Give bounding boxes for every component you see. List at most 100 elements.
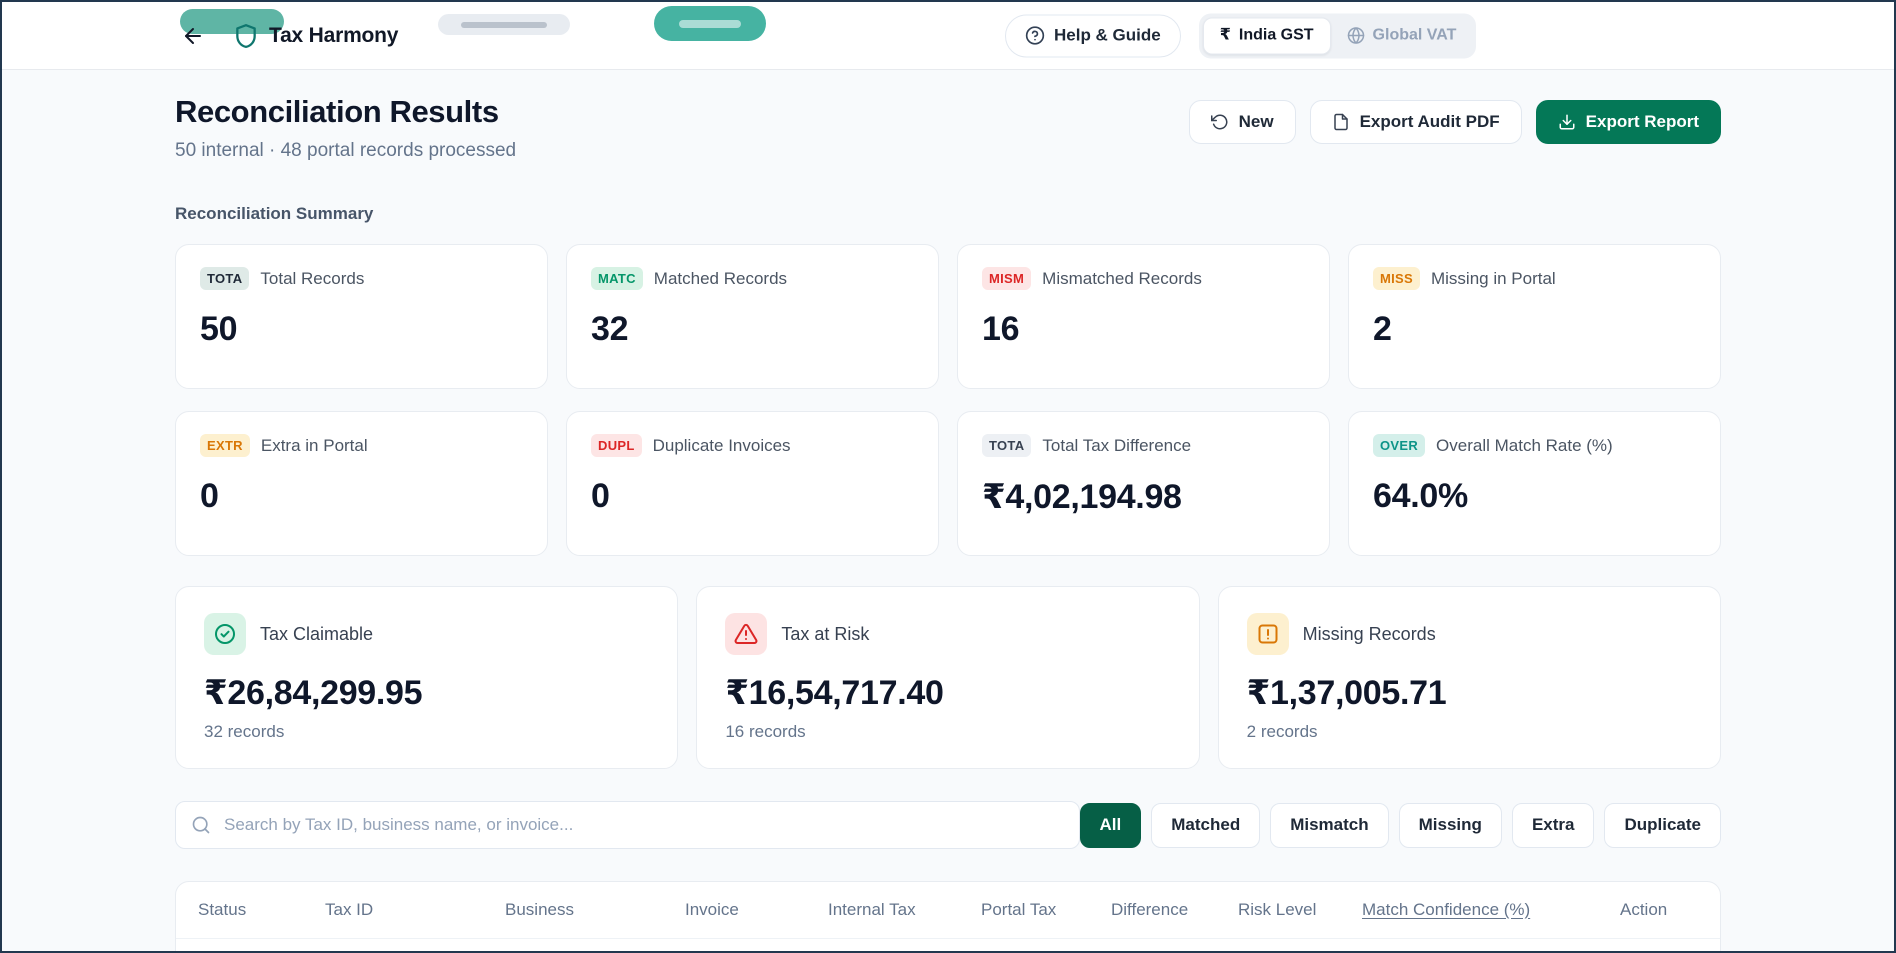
- cell-invoice: DEM000001: [685, 941, 828, 951]
- summary-card-value: 2: [1373, 310, 1392, 348]
- summary-card-overall-match-rate: OVER Overall Match Rate (%) 64.0%: [1348, 411, 1721, 556]
- cell-action: —: [1620, 941, 1698, 951]
- summary-card-badge: TOTA: [200, 267, 250, 290]
- summary-card-badge: MISS: [1373, 267, 1420, 290]
- table-header-row: Status Tax ID Business Invoice Internal …: [176, 882, 1720, 938]
- summary-card-value: 0: [200, 477, 219, 515]
- search-box: [175, 801, 1080, 849]
- summary-card-label: Overall Match Rate (%): [1436, 435, 1613, 455]
- summary-section-heading: Reconciliation Summary: [175, 204, 374, 223]
- summary-card-total-tax-difference: TOTA Total Tax Difference ₹4,02,194.98: [957, 411, 1330, 556]
- summary-card-label: Matched Records: [653, 268, 788, 288]
- filter-mismatch[interactable]: Mismatch: [1270, 802, 1389, 848]
- column-header-match-confidence-sort[interactable]: Match Confidence (%): [1362, 882, 1620, 938]
- tax-at-risk-card: Tax at Risk ₹16,54,717.40 16 records: [696, 586, 1200, 769]
- summary-card-value: 32: [591, 310, 629, 348]
- tax-claimable-card: Tax Claimable ₹26,84,299.95 32 records: [175, 586, 679, 769]
- alert-triangle-icon: [725, 613, 768, 655]
- page-heading-block: Reconciliation Results 50 internal · 48 …: [175, 94, 516, 162]
- summary-card-value: 64.0%: [1373, 477, 1468, 515]
- globe-icon: [1347, 27, 1365, 45]
- missing-records-card: Missing Records ₹1,37,005.71 2 records: [1217, 586, 1721, 769]
- new-button[interactable]: New: [1188, 100, 1296, 144]
- column-header-invoice: Invoice: [685, 900, 739, 919]
- column-header-portal-tax: Portal Tax: [981, 900, 1057, 919]
- download-icon: [1558, 113, 1576, 131]
- cell-match-confidence: 100%: [1362, 941, 1620, 951]
- column-header-difference: Difference: [1111, 900, 1189, 919]
- filter-all[interactable]: All: [1079, 802, 1142, 848]
- summary-card-label: Missing in Portal: [1430, 268, 1556, 288]
- highlight-label: Missing Records: [1302, 623, 1436, 644]
- rupee-icon: ₹: [1219, 26, 1231, 44]
- cell-tax-id: 27ABCDE1234F1Z5: [325, 941, 505, 951]
- cell-risk-level: Low: [1238, 939, 1362, 951]
- cell-business: Sample Corp A: [505, 941, 685, 951]
- search-filter-row: All Matched Mismatch Missing Extra Dupli…: [175, 801, 1721, 849]
- highlight-value: ₹1,37,005.71: [1246, 674, 1447, 712]
- summary-card-extra-in-portal: EXTR Extra in Portal 0: [175, 411, 548, 556]
- summary-card-label: Mismatched Records: [1042, 268, 1202, 288]
- page-subtitle: 50 internal · 48 portal records processe…: [175, 140, 517, 161]
- highlight-subtext: 16 records: [725, 722, 806, 741]
- summary-card-matched-records: MATC Matched Records 32: [566, 244, 939, 389]
- shield-icon: [233, 23, 259, 49]
- summary-card-label: Total Tax Difference: [1042, 435, 1192, 455]
- column-header-action: Action: [1620, 900, 1668, 919]
- export-audit-pdf-button[interactable]: Export Audit PDF: [1309, 100, 1522, 144]
- summary-card-duplicate-invoices: DUPL Duplicate Invoices 0: [566, 411, 939, 556]
- export-report-button[interactable]: Export Report: [1535, 100, 1721, 144]
- filter-duplicate[interactable]: Duplicate: [1604, 802, 1721, 848]
- summary-card-value: 16: [982, 310, 1020, 348]
- arrow-left-icon: [181, 24, 205, 48]
- back-button[interactable]: [175, 18, 211, 54]
- mode-india-gst[interactable]: ₹ India GST: [1202, 17, 1331, 54]
- summary-card-label: Extra in Portal: [260, 435, 368, 455]
- summary-card-badge: DUPL: [591, 434, 642, 457]
- filter-group: All Matched Mismatch Missing Extra Dupli…: [1079, 802, 1721, 848]
- summary-card-mismatched-records: MISM Mismatched Records 16: [957, 244, 1330, 389]
- rotate-ccw-icon: [1210, 113, 1229, 131]
- summary-card-total-records: TOTA Total Records 50: [175, 244, 548, 389]
- filter-missing[interactable]: Missing: [1398, 802, 1502, 848]
- column-header-tax-id: Tax ID: [325, 900, 374, 919]
- summary-card-badge: MISM: [982, 267, 1032, 290]
- cell-difference: ₹0.00: [1111, 941, 1238, 951]
- highlight-subtext: 32 records: [204, 722, 285, 741]
- summary-card-label: Duplicate Invoices: [652, 435, 791, 455]
- summary-card-value: 50: [200, 310, 238, 348]
- column-header-business: Business: [505, 900, 574, 919]
- filter-matched[interactable]: Matched: [1151, 802, 1261, 848]
- column-header-status: Status: [198, 900, 247, 919]
- highlight-value: ₹26,84,299.95: [204, 674, 423, 712]
- summary-card-badge: EXTR: [200, 434, 250, 457]
- filter-extra[interactable]: Extra: [1511, 802, 1595, 848]
- summary-card-value: 0: [591, 477, 610, 515]
- cell-internal-tax: ₹16,542.75: [828, 941, 981, 951]
- search-input[interactable]: [175, 801, 1080, 849]
- cell-portal-tax: ₹16,542.75: [981, 941, 1111, 951]
- file-text-icon: [1332, 113, 1350, 131]
- mode-global-vat[interactable]: Global VAT: [1331, 17, 1473, 54]
- search-icon: [191, 815, 211, 835]
- new-button-label: New: [1238, 112, 1274, 131]
- help-guide-button[interactable]: Help & Guide: [1005, 14, 1181, 57]
- highlight-value: ₹16,54,717.40: [725, 674, 944, 712]
- main-content: Reconciliation Results 50 internal · 48 …: [175, 70, 1721, 951]
- top-bar: Tax Harmony Help & Guide ₹ India GST Glo…: [2, 2, 1894, 70]
- help-circle-icon: [1025, 26, 1045, 46]
- column-header-internal-tax: Internal Tax: [828, 900, 916, 919]
- summary-card-label: Total Records: [260, 268, 365, 288]
- tax-mode-switcher: ₹ India GST Global VAT: [1198, 13, 1477, 58]
- export-audit-pdf-label: Export Audit PDF: [1359, 112, 1500, 131]
- check-circle-icon: [204, 613, 246, 655]
- results-table: Status Tax ID Business Invoice Internal …: [175, 881, 1721, 951]
- highlight-label: Tax at Risk: [781, 623, 870, 644]
- app-title: Tax Harmony: [269, 23, 399, 47]
- brand: Tax Harmony: [233, 23, 398, 49]
- highlight-cards-grid: Tax Claimable ₹26,84,299.95 32 records T…: [175, 586, 1721, 769]
- summary-card-badge: MATC: [591, 267, 643, 290]
- mode-india-gst-label: India GST: [1238, 26, 1314, 44]
- page-title: Reconciliation Results: [175, 94, 499, 129]
- table-row: Matched 27ABCDE1234F1Z5 Sample Corp A DE…: [176, 938, 1720, 951]
